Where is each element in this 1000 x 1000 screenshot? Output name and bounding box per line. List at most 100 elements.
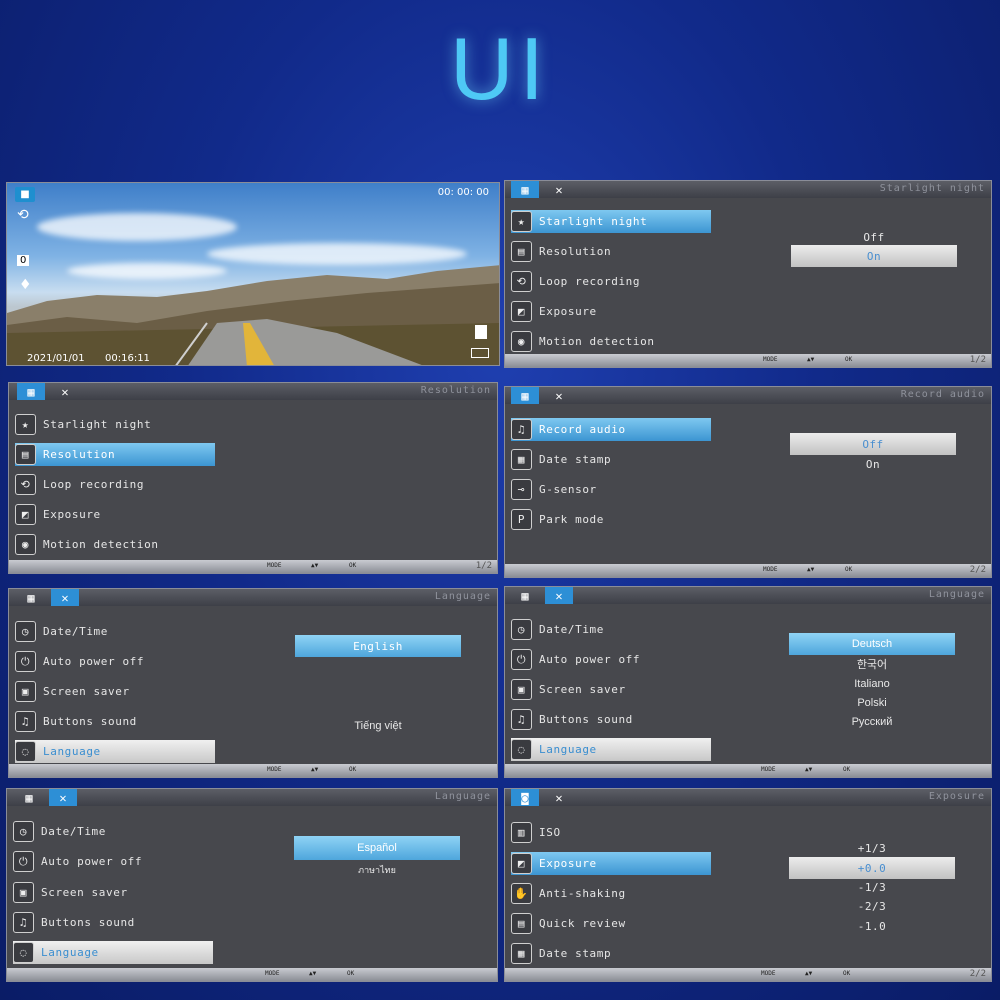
menu-item-language[interactable]: ◌ Language [13, 941, 213, 964]
menu-item-exposure[interactable]: ◩ Exposure [15, 503, 215, 526]
menu-item-screen-saver[interactable]: ▣ Screen saver [511, 678, 711, 701]
power-icon: ⏻ [15, 651, 36, 672]
menu-bottombar: MODE ▲▼ OK 2/2 [505, 564, 991, 577]
key-icon: ⊸ [511, 479, 532, 500]
menu-item-quick-review[interactable]: ▤ Quick review [511, 912, 711, 935]
menu-item-date-time[interactable]: ◷ Date/Time [511, 618, 711, 641]
menu-item-auto-power-off[interactable]: ⏻ Auto power off [13, 850, 213, 873]
menu-item-label: Exposure [539, 857, 597, 870]
menu-topbar: ▦ ✕ Language [505, 587, 991, 604]
menu-item-screen-saver[interactable]: ▣ Screen saver [13, 881, 213, 904]
settings-tab-icon[interactable]: ✕ [49, 789, 77, 806]
calendar-icon: ▦ [511, 943, 532, 964]
option-korean[interactable]: 한국어 [789, 653, 955, 675]
menu-item-exposure[interactable]: ◩ Exposure [511, 300, 711, 323]
menu-item-iso[interactable]: ▥ ISO [511, 821, 711, 844]
menu-item-buttons-sound[interactable]: ♫ Buttons sound [511, 708, 711, 731]
menu-item-buttons-sound[interactable]: ♫ Buttons sound [15, 710, 215, 733]
language-icon: ◌ [511, 739, 532, 760]
option-thai[interactable]: ภาษาไทย [294, 859, 460, 881]
menu-item-label: Starlight night [43, 418, 152, 431]
video-tab-icon[interactable]: ▦ [15, 789, 43, 806]
settings-tab-icon[interactable]: ✕ [545, 789, 573, 806]
option-on[interactable]: On [791, 245, 957, 267]
menu-item-motion-detection[interactable]: ◉ Motion detection [15, 533, 215, 556]
exposure-icon: ◩ [511, 301, 532, 322]
up-down-icon: ▲▼ [805, 766, 813, 773]
menu-bottombar: MODE ▲▼ OK [505, 764, 991, 777]
menu-item-exposure[interactable]: ◩ Exposure [511, 852, 711, 875]
menu-item-park-mode[interactable]: P Park mode [511, 508, 711, 531]
option-on[interactable]: On [790, 453, 956, 475]
menu-panel-record-audio: ▦ ✕ Record audio ♫ Record audio ▦ Date sta… [504, 386, 992, 578]
menu-item-label: Buttons sound [41, 916, 135, 929]
menu-item-resolution[interactable]: ▤ Resolution [15, 443, 215, 466]
sd-card-icon [475, 325, 487, 339]
mode-label: MODE [761, 766, 776, 773]
menu-item-date-time[interactable]: ◷ Date/Time [15, 620, 215, 643]
menu-item-starlight-night[interactable]: ★ Starlight night [15, 413, 215, 436]
menu-bottombar: MODE ▲▼ OK 1/2 [9, 560, 497, 573]
menu-panel-language-english: ▦ ✕ Language ◷ Date/Time ⏻ Auto power off … [8, 588, 498, 778]
ok-label: OK [347, 970, 355, 977]
menu-item-g-sensor[interactable]: ⊸ G-sensor [511, 478, 711, 501]
menu-item-record-audio[interactable]: ♫ Record audio [511, 418, 711, 441]
power-icon: ⏻ [13, 851, 34, 872]
option-russian[interactable]: Русский [789, 711, 955, 733]
menu-item-loop-recording[interactable]: ⟲ Loop recording [15, 473, 215, 496]
music-note-icon: ♫ [511, 709, 532, 730]
menu-item-auto-power-off[interactable]: ⏻ Auto power off [511, 648, 711, 671]
menu-item-label: Anti-shaking [539, 887, 626, 900]
settings-tab-icon[interactable]: ✕ [545, 387, 573, 404]
camera-tab-icon[interactable]: ◙ [511, 789, 539, 806]
menu-item-auto-power-off[interactable]: ⏻ Auto power off [15, 650, 215, 673]
page-indicator: 1/2 [969, 355, 986, 365]
ok-label: OK [349, 766, 357, 773]
menu-item-date-stamp[interactable]: ▦ Date stamp [511, 942, 711, 965]
option-minus-two-thirds[interactable]: -2/3 [789, 896, 955, 916]
settings-tab-icon[interactable]: ✕ [545, 181, 573, 198]
option-plus-one-third[interactable]: +1/3 [789, 838, 955, 858]
menu-item-label: Record audio [539, 423, 626, 436]
menu-item-screen-saver[interactable]: ▣ Screen saver [15, 680, 215, 703]
settings-tab-icon[interactable]: ✕ [51, 589, 79, 606]
option-minus-one-third[interactable]: -1/3 [789, 877, 955, 897]
option-zero[interactable]: +0.0 [789, 857, 955, 879]
option-off[interactable]: Off [790, 433, 956, 455]
menu-title: Language [434, 591, 491, 602]
menu-item-motion-detection[interactable]: ◉ Motion detection [511, 330, 711, 353]
menu-item-date-stamp[interactable]: ▦ Date stamp [511, 448, 711, 471]
resolution-icon: ▤ [15, 444, 36, 465]
menu-item-label: Auto power off [539, 653, 641, 666]
video-tab-icon[interactable]: ▦ [511, 387, 539, 404]
option-minus-one[interactable]: -1.0 [789, 916, 955, 936]
option-espanol[interactable]: Español [294, 836, 460, 860]
option-vietnamese[interactable]: Tiếng việt [295, 715, 461, 737]
menu-item-label: Exposure [539, 305, 597, 318]
menu-topbar: ▦ ✕ Resolution [9, 383, 497, 400]
option-deutsch[interactable]: Deutsch [789, 633, 955, 655]
page-indicator: 1/2 [475, 561, 492, 571]
menu-item-loop-recording[interactable]: ⟲ Loop recording [511, 270, 711, 293]
star-icon: ★ [511, 211, 532, 232]
menu-item-label: Screen saver [43, 685, 130, 698]
menu-item-anti-shaking[interactable]: ✋ Anti-shaking [511, 882, 711, 905]
video-tab-icon[interactable]: ▦ [511, 181, 539, 198]
menu-item-label: Motion detection [43, 538, 159, 551]
motion-icon: ◉ [511, 331, 532, 352]
menu-item-language[interactable]: ◌ Language [15, 740, 215, 763]
video-tab-icon[interactable]: ▦ [17, 589, 45, 606]
menu-item-resolution[interactable]: ▤ Resolution [511, 240, 711, 263]
menu-item-date-time[interactable]: ◷ Date/Time [13, 820, 213, 843]
video-tab-icon[interactable]: ▦ [17, 383, 45, 400]
settings-tab-icon[interactable]: ✕ [545, 587, 573, 604]
menu-item-label: Resolution [43, 448, 116, 461]
settings-tab-icon[interactable]: ✕ [51, 383, 79, 400]
menu-item-starlight-night[interactable]: ★ Starlight night [511, 210, 711, 233]
menu-item-buttons-sound[interactable]: ♫ Buttons sound [13, 911, 213, 934]
video-tab-icon[interactable]: ▦ [511, 587, 539, 604]
screen-saver-icon: ▣ [511, 679, 532, 700]
menu-item-language[interactable]: ◌ Language [511, 738, 711, 761]
option-english[interactable]: English [295, 635, 461, 657]
menu-item-label: ISO [539, 826, 561, 839]
